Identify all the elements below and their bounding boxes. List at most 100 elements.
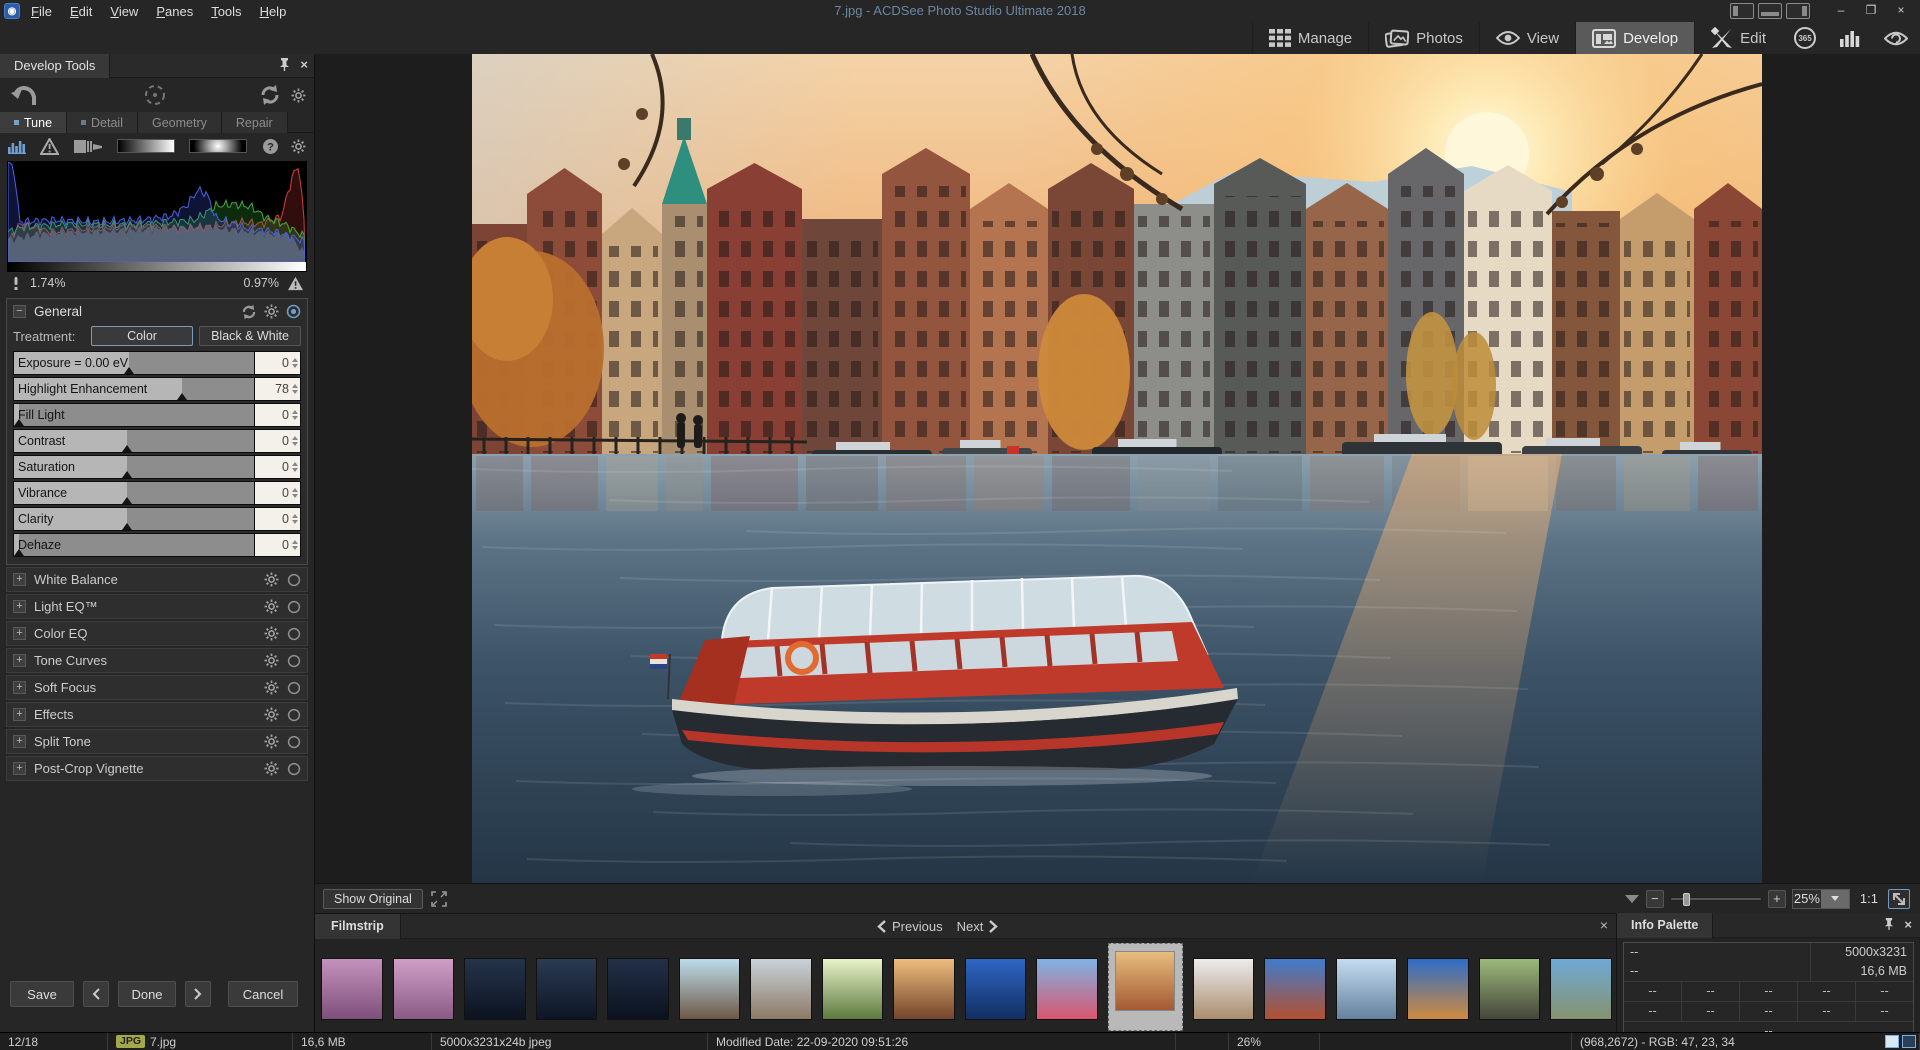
zoom-percent-dropdown-icon[interactable] xyxy=(1821,890,1849,908)
histogram-icon[interactable] xyxy=(8,138,26,154)
section-gear-icon[interactable] xyxy=(264,653,279,668)
section-toggle-icon[interactable] xyxy=(287,654,301,668)
slider-thumb[interactable] xyxy=(122,497,132,504)
status-thumbnail-icon[interactable] xyxy=(1885,1035,1899,1048)
expand-icon[interactable]: + xyxy=(13,573,26,586)
develop-settings-gear-icon[interactable] xyxy=(291,88,306,103)
fit-image-button[interactable] xyxy=(1888,889,1910,909)
save-button[interactable]: Save xyxy=(10,981,74,1007)
general-gear-icon[interactable] xyxy=(264,304,279,319)
undo-icon[interactable] xyxy=(10,83,38,107)
fullscreen-icon[interactable] xyxy=(431,891,447,907)
section-soft-focus[interactable]: +Soft Focus xyxy=(6,675,308,700)
slider-thumb[interactable] xyxy=(122,523,132,530)
section-gear-icon[interactable] xyxy=(264,734,279,749)
zoom-out-button[interactable]: − xyxy=(1646,890,1664,908)
general-header[interactable]: − General xyxy=(7,299,307,324)
exposure-warning-icon[interactable] xyxy=(40,138,59,155)
show-original-button[interactable]: Show Original xyxy=(323,889,423,909)
previous-image-button[interactable] xyxy=(83,981,109,1007)
menu-item-view[interactable]: View xyxy=(101,2,147,21)
mode-button-edit[interactable]: Edit xyxy=(1694,22,1782,54)
section-effects[interactable]: +Effects xyxy=(6,702,308,727)
thumbnail-pink-flowers-1[interactable] xyxy=(321,958,383,1020)
develop-tools-tab[interactable]: Develop Tools xyxy=(0,54,110,78)
tune-settings-gear-icon[interactable] xyxy=(291,139,306,154)
spinner-icon[interactable] xyxy=(291,384,300,394)
slider-thumb[interactable] xyxy=(124,367,134,374)
zoom-slider[interactable] xyxy=(1670,897,1762,901)
restore-button[interactable]: ❐ xyxy=(1858,3,1884,19)
section-light-eq[interactable]: +Light EQ™ xyxy=(6,594,308,619)
thumbnail-white-houses[interactable] xyxy=(1193,958,1255,1020)
thumbnail-colorful-houses[interactable] xyxy=(1407,958,1469,1020)
pin-icon[interactable] xyxy=(279,57,290,71)
spinner-icon[interactable] xyxy=(291,358,300,368)
zoom-percent-select[interactable]: 25% xyxy=(1792,889,1850,909)
expand-icon[interactable]: + xyxy=(13,708,26,721)
tab-detail[interactable]: Detail xyxy=(67,112,138,133)
slider-vibrance[interactable]: Vibrance0 xyxy=(13,481,301,505)
mode-button-photos[interactable]: Photos xyxy=(1368,22,1479,54)
mode-button-view[interactable]: View xyxy=(1479,22,1575,54)
slider-clarity[interactable]: Clarity0 xyxy=(13,507,301,531)
slider-value-box[interactable]: 78 xyxy=(254,378,300,400)
expand-icon[interactable]: + xyxy=(13,654,26,667)
quick-view-eye-icon[interactable] xyxy=(1872,22,1920,54)
spinner-icon[interactable] xyxy=(291,540,300,550)
section-toggle-icon[interactable] xyxy=(287,681,301,695)
section-toggle-icon[interactable] xyxy=(287,627,301,641)
slider-thumb[interactable] xyxy=(122,471,132,478)
thumbnail-bikes-bridge[interactable] xyxy=(1479,958,1541,1020)
section-split-tone[interactable]: +Split Tone xyxy=(6,729,308,754)
next-button[interactable]: Next xyxy=(957,919,999,934)
next-image-button[interactable] xyxy=(185,981,211,1007)
zoom-in-button[interactable]: + xyxy=(1768,890,1786,908)
collapse-icon[interactable]: − xyxy=(13,305,26,318)
slider-value-box[interactable]: 0 xyxy=(254,404,300,426)
layout-left-pane-icon[interactable] xyxy=(1730,3,1754,19)
slider-value-box[interactable]: 0 xyxy=(254,456,300,478)
thumbnail-cloudy-canal[interactable] xyxy=(1336,958,1398,1020)
shadow-clip-icon[interactable] xyxy=(10,276,22,291)
layout-right-pane-icon[interactable] xyxy=(1786,3,1810,19)
app-logo-icon[interactable]: ◉ xyxy=(4,3,20,19)
zoom-slider-thumb[interactable] xyxy=(1683,893,1690,906)
menu-item-help[interactable]: Help xyxy=(251,2,296,21)
spinner-icon[interactable] xyxy=(291,410,300,420)
close-button[interactable]: × xyxy=(1888,3,1914,19)
slider-thumb[interactable] xyxy=(122,445,132,452)
section-toggle-icon[interactable] xyxy=(287,708,301,722)
info-palette-tab[interactable]: Info Palette xyxy=(1617,913,1713,938)
zoom-menu-dropdown-icon[interactable] xyxy=(1624,894,1640,904)
filmstrip-close-icon[interactable]: × xyxy=(1600,918,1608,932)
slider-dehaze[interactable]: Dehaze0 xyxy=(13,533,301,557)
slider-track[interactable]: Dehaze xyxy=(14,534,254,556)
section-gear-icon[interactable] xyxy=(264,680,279,695)
slider-highlight-enhancement[interactable]: Highlight Enhancement78 xyxy=(13,377,301,401)
section-toggle-icon[interactable] xyxy=(287,735,301,749)
slider-track[interactable]: Saturation xyxy=(14,456,254,478)
tab-tune[interactable]: Tune xyxy=(0,112,67,133)
section-gear-icon[interactable] xyxy=(264,761,279,776)
spinner-icon[interactable] xyxy=(291,514,300,524)
slider-value-box[interactable]: 0 xyxy=(254,430,300,452)
thumbnail-tulips-canal[interactable] xyxy=(1036,958,1098,1020)
slider-saturation[interactable]: Saturation0 xyxy=(13,455,301,479)
section-white-balance[interactable]: +White Balance xyxy=(6,567,308,592)
minimize-button[interactable]: – xyxy=(1828,3,1854,19)
expand-icon[interactable]: + xyxy=(13,735,26,748)
thumbnail-blue-sky-houses[interactable] xyxy=(1264,958,1326,1020)
activity-chart-icon[interactable] xyxy=(1828,22,1872,54)
section-gear-icon[interactable] xyxy=(264,572,279,587)
general-enabled-icon[interactable] xyxy=(286,304,301,319)
thumbnail-pink-flowers-2[interactable] xyxy=(393,958,455,1020)
slider-value-box[interactable]: 0 xyxy=(254,352,300,374)
slider-thumb[interactable] xyxy=(14,419,24,426)
slider-contrast[interactable]: Contrast0 xyxy=(13,429,301,453)
slider-value-box[interactable]: 0 xyxy=(254,534,300,556)
help-icon[interactable]: ? xyxy=(262,138,279,155)
acdsee-365-icon[interactable]: 365 xyxy=(1782,22,1828,54)
treatment-bw-button[interactable]: Black & White xyxy=(199,326,301,346)
section-color-eq[interactable]: +Color EQ xyxy=(6,621,308,646)
